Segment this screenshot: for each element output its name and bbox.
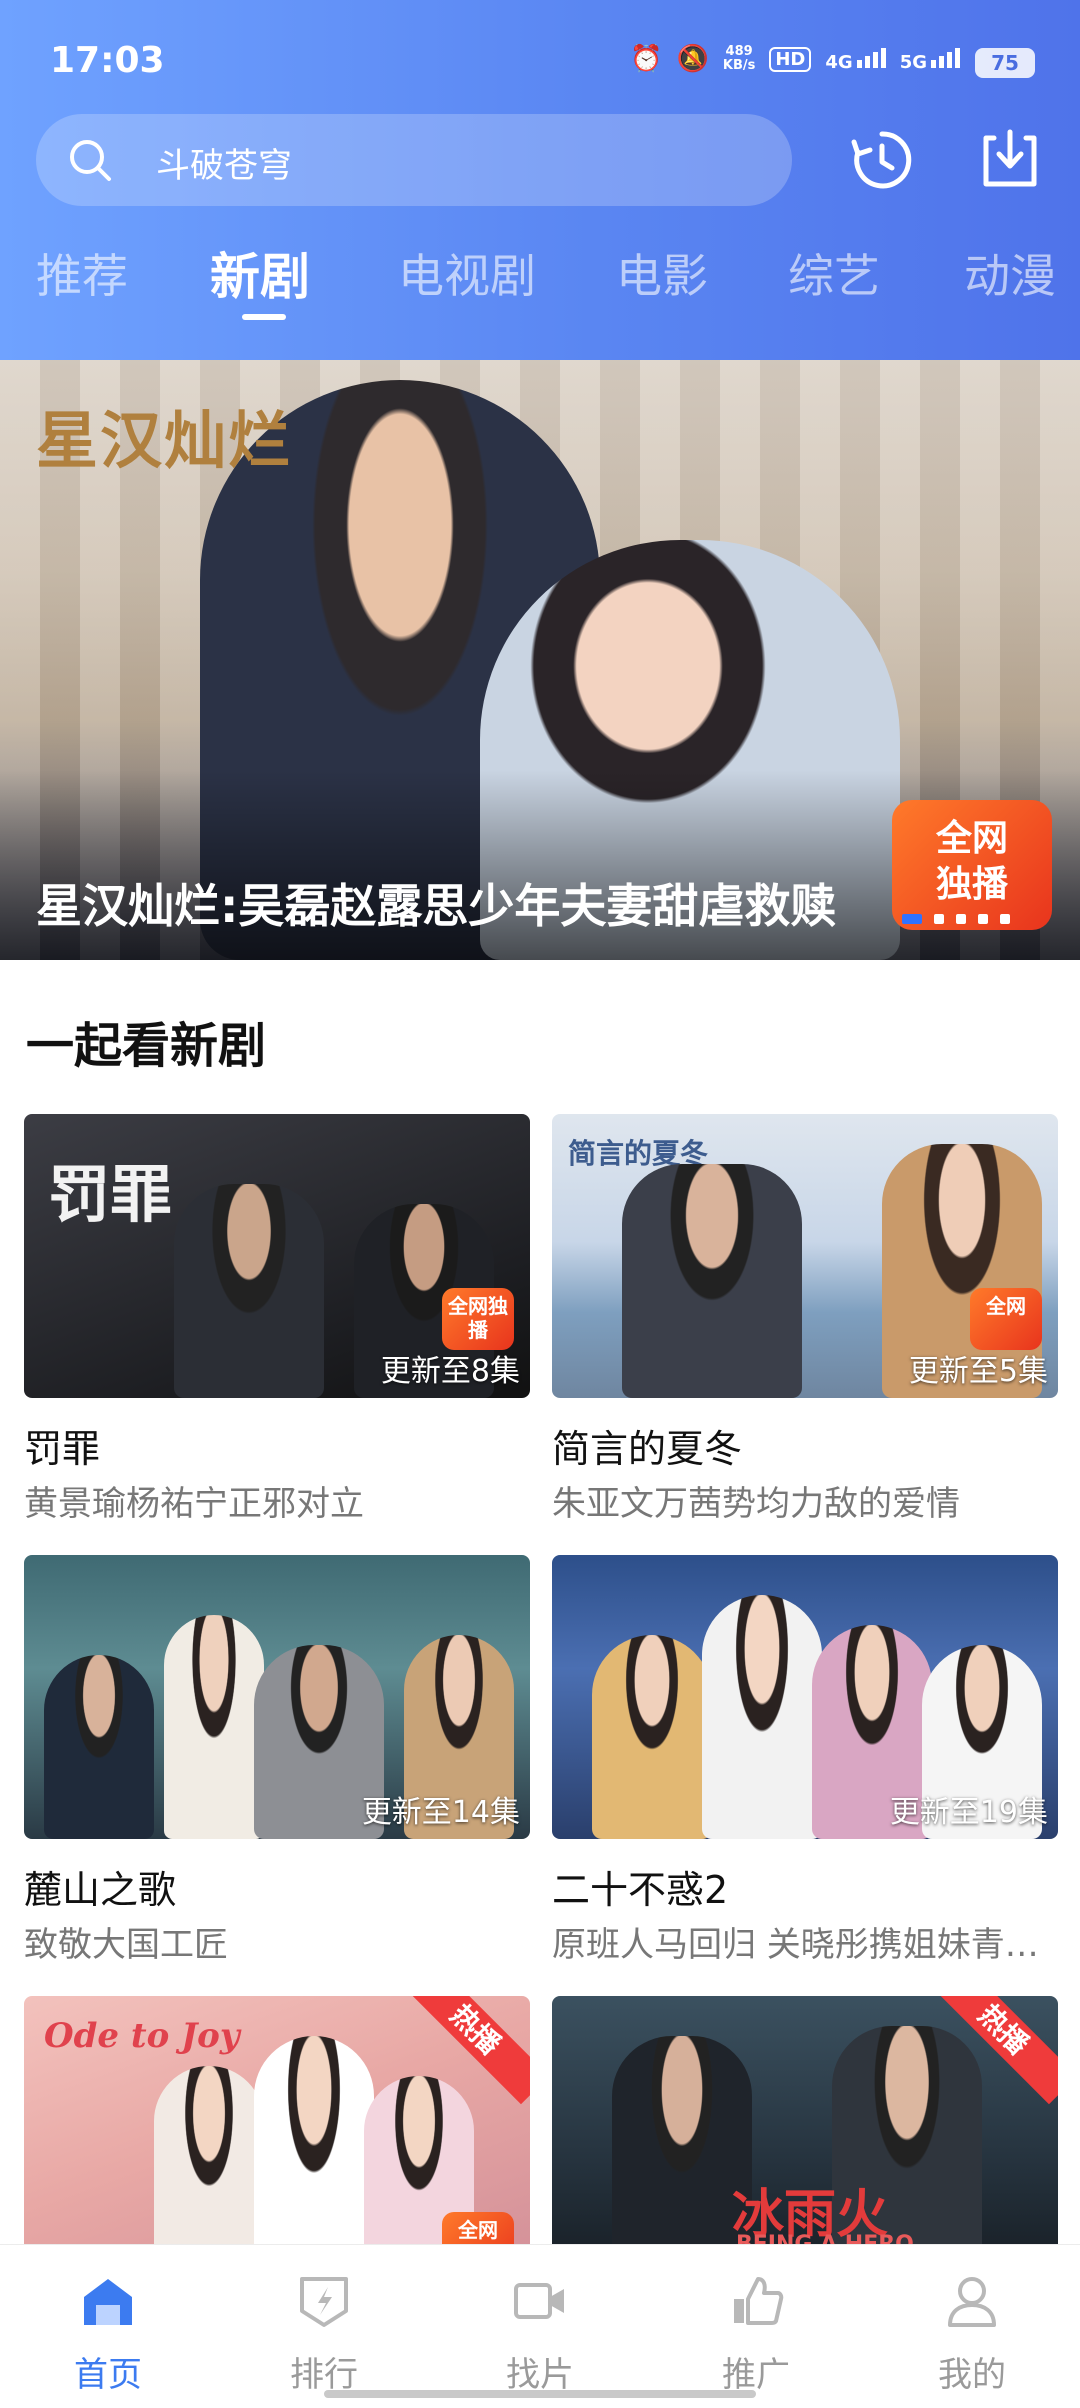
tab-new-drama[interactable]: 新剧 <box>210 237 310 309</box>
drama-thumbnail: 更新至19集 <box>552 1555 1058 1839</box>
banner-dot <box>1000 914 1010 924</box>
download-button[interactable] <box>974 124 1046 196</box>
drama-card[interactable]: 简言的夏冬 全网 更新至5集 简言的夏冬 朱亚文万茜势均力敌的爱情 <box>552 1114 1058 1524</box>
header: 17:03 ⏰ 🔕 489 KB/s HD 4G 5G 75 斗破苍穹 推荐 新… <box>0 0 1080 360</box>
banner-dot <box>978 914 988 924</box>
drama-subtitle: 黄景瑜杨祐宁正邪对立 <box>24 1484 364 1524</box>
video-camera-icon <box>514 2283 564 2319</box>
thumbnail-logo: Ode to Joy <box>44 2016 240 2056</box>
drama-title: 简言的夏冬 <box>552 1427 743 1471</box>
banner-dot <box>956 914 966 924</box>
tab-movies[interactable]: 电影 <box>616 240 708 306</box>
signal-4g: 4G <box>825 46 886 73</box>
drama-card[interactable]: Ode to Joy 热播 全网 <box>24 1996 530 2280</box>
home-indicator[interactable] <box>324 2390 756 2398</box>
search-placeholder: 斗破苍穹 <box>156 146 292 186</box>
nav-label: 我的 <box>938 2355 1006 2395</box>
drama-subtitle: 朱亚文万茜势均力敌的爱情 <box>552 1484 960 1524</box>
status-bar: 17:03 ⏰ 🔕 489 KB/s HD 4G 5G 75 <box>0 0 1080 110</box>
thumbnail-logo: 罚罪 <box>48 1158 173 1231</box>
section-title: 一起看新剧 <box>26 1018 267 1074</box>
update-status: 更新至19集 <box>889 1795 1048 1830</box>
banner-show-logo: 星汉灿烂 <box>36 404 293 477</box>
tab-tv-series[interactable]: 电视剧 <box>398 240 536 306</box>
ranking-icon <box>300 2277 348 2327</box>
search-icon <box>70 140 111 181</box>
nav-ranking[interactable]: 排行 <box>216 2245 432 2408</box>
history-icon <box>851 131 912 189</box>
nav-home[interactable]: 首页 <box>0 2245 216 2408</box>
status-time: 17:03 <box>50 40 165 81</box>
signal-5g: 5G <box>900 46 960 73</box>
drama-title: 二十不惑2 <box>552 1868 729 1912</box>
drama-card[interactable]: 罚罪 全网独播 更新至8集 罚罪 黄景瑜杨祐宁正邪对立 <box>24 1114 530 1524</box>
banner-dot-active <box>902 914 922 924</box>
exclusive-tag: 全网独播 <box>442 1288 514 1350</box>
nav-promote[interactable]: 推广 <box>648 2245 864 2408</box>
drama-title: 罚罪 <box>24 1427 101 1471</box>
nav-label: 首页 <box>74 2355 142 2395</box>
drama-thumbnail: 简言的夏冬 全网 更新至5集 <box>552 1114 1058 1398</box>
hd-icon: HD <box>769 46 812 72</box>
net-speed: 489 KB/s <box>722 44 756 73</box>
drama-thumbnail: 冰雨火 BEING A HERO 热播 <box>552 1996 1058 2280</box>
tab-recommend[interactable]: 推荐 <box>36 240 128 306</box>
thumbs-up-icon <box>734 2277 784 2325</box>
update-status: 更新至14集 <box>361 1795 520 1830</box>
nav-label: 找片 <box>506 2355 574 2395</box>
drama-card[interactable]: 更新至14集 麓山之歌 致敬大国工匠 <box>24 1555 530 1965</box>
drama-card[interactable]: 更新至19集 二十不惑2 原班人马回归 关晓彤携姐妹青… <box>552 1555 1058 1965</box>
exclusive-tag: 全网 <box>970 1288 1042 1350</box>
drama-card[interactable]: 冰雨火 BEING A HERO 热播 <box>552 1996 1058 2280</box>
banner-caption: 星汉灿烂:吴磊赵露思少年夫妻甜虐救赎 <box>36 879 837 933</box>
mute-icon: 🔕 <box>676 44 709 74</box>
update-status: 更新至8集 <box>380 1354 520 1389</box>
featured-banner[interactable]: 星汉灿烂 全网 独播 星汉灿烂:吴磊赵露思少年夫妻甜虐救赎 <box>0 360 1080 960</box>
drama-subtitle: 致敬大国工匠 <box>24 1925 228 1965</box>
nav-profile[interactable]: 我的 <box>864 2245 1080 2408</box>
update-status: 更新至5集 <box>908 1354 1048 1389</box>
status-icons: ⏰ 🔕 489 KB/s HD 4G 5G <box>630 44 960 74</box>
tab-variety[interactable]: 综艺 <box>788 240 880 306</box>
drama-thumbnail: 更新至14集 <box>24 1555 530 1839</box>
nav-label: 排行 <box>290 2355 358 2395</box>
search-bar[interactable]: 斗破苍穹 <box>36 114 792 206</box>
nav-find-video[interactable]: 找片 <box>432 2245 648 2408</box>
tab-anime[interactable]: 动漫 <box>964 240 1056 306</box>
battery-indicator: 75 <box>975 48 1035 78</box>
drama-title: 麓山之歌 <box>24 1868 177 1912</box>
drama-subtitle: 原班人马回归 关晓彤携姐妹青… <box>552 1925 1039 1965</box>
drama-thumbnail: Ode to Joy 热播 全网 <box>24 1996 530 2280</box>
home-icon <box>84 2279 132 2325</box>
active-tab-indicator <box>242 314 286 320</box>
banner-dot <box>934 914 944 924</box>
bottom-navigation: 首页 排行 找片 推广 我的 <box>0 2244 1080 2408</box>
download-icon <box>983 129 1037 187</box>
nav-label: 推广 <box>722 2355 790 2395</box>
banner-pagination <box>902 914 1010 924</box>
history-button[interactable] <box>846 124 918 196</box>
exclusive-badge: 全网 独播 <box>892 800 1052 930</box>
drama-thumbnail: 罚罪 全网独播 更新至8集 <box>24 1114 530 1398</box>
profile-icon <box>948 2277 996 2327</box>
category-tabs: 推荐 新剧 电视剧 电影 综艺 动漫 <box>0 240 1080 320</box>
alarm-icon: ⏰ <box>630 44 663 74</box>
